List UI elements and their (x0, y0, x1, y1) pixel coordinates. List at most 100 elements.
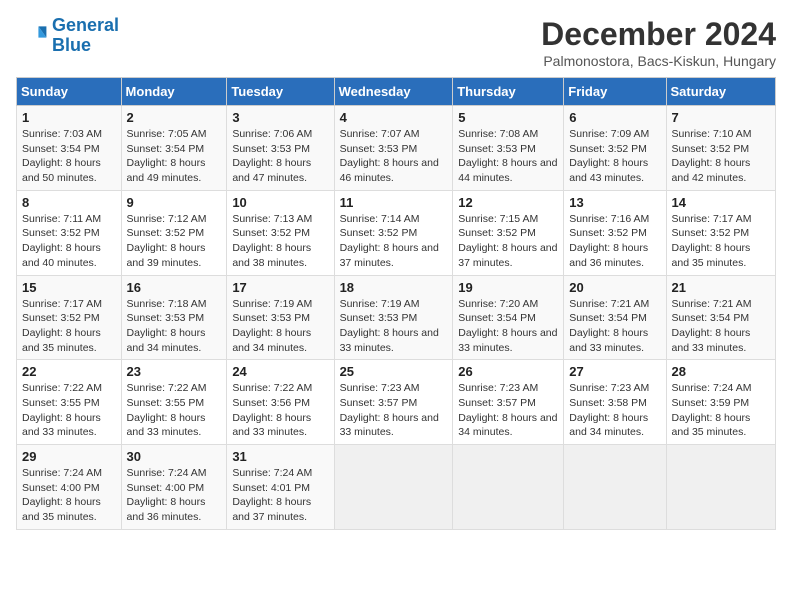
day-info: Sunrise: 7:23 AMSunset: 3:57 PMDaylight:… (340, 381, 448, 440)
day-number: 9 (127, 195, 222, 210)
day-info: Sunrise: 7:23 AMSunset: 3:58 PMDaylight:… (569, 381, 660, 440)
day-number: 1 (22, 110, 116, 125)
calendar-cell-empty-4-5 (564, 445, 666, 530)
day-info: Sunrise: 7:22 AMSunset: 3:55 PMDaylight:… (127, 381, 222, 440)
day-number: 22 (22, 364, 116, 379)
logo-line1: General (52, 15, 119, 35)
calendar-cell-25: 25 Sunrise: 7:23 AMSunset: 3:57 PMDayligh… (334, 360, 453, 445)
day-info: Sunrise: 7:24 AMSunset: 4:00 PMDaylight:… (127, 466, 222, 525)
logo-line2: Blue (52, 35, 91, 55)
calendar-cell-21: 21Sunrise: 7:21 AMSunset: 3:54 PMDayligh… (666, 275, 775, 360)
logo-icon (16, 20, 48, 52)
calendar-cell-16: 16 Sunrise: 7:18 AMSunset: 3:53 PMDayligh… (121, 275, 227, 360)
day-info: Sunrise: 7:19 AMSunset: 3:53 PMDaylight:… (340, 297, 448, 356)
day-info: Sunrise: 7:24 AMSunset: 4:00 PMDaylight:… (22, 466, 116, 525)
day-info: Sunrise: 7:05 AMSunset: 3:54 PMDaylight:… (127, 127, 222, 186)
calendar-subtitle: Palmonostora, Bacs-Kiskun, Hungary (541, 53, 776, 69)
day-info: Sunrise: 7:17 AMSunset: 3:52 PMDaylight:… (22, 297, 116, 356)
calendar-week-2: 15 Sunrise: 7:17 AMSunset: 3:52 PMDayligh… (17, 275, 776, 360)
calendar-cell-6: 6Sunrise: 7:09 AMSunset: 3:52 PMDaylight… (564, 106, 666, 191)
day-info: Sunrise: 7:22 AMSunset: 3:56 PMDaylight:… (232, 381, 328, 440)
day-number: 15 (22, 280, 116, 295)
calendar-cell-12: 12 Sunrise: 7:15 AMSunset: 3:52 PMDayligh… (453, 190, 564, 275)
calendar-cell-31: 31 Sunrise: 7:24 AMSunset: 4:01 PMDayligh… (227, 445, 334, 530)
calendar-cell-30: 30 Sunrise: 7:24 AMSunset: 4:00 PMDayligh… (121, 445, 227, 530)
calendar-cell-9: 9 Sunrise: 7:12 AMSunset: 3:52 PMDaylight… (121, 190, 227, 275)
calendar-table: SundayMondayTuesdayWednesdayThursdayFrid… (16, 77, 776, 530)
calendar-cell-20: 20 Sunrise: 7:21 AMSunset: 3:54 PMDayligh… (564, 275, 666, 360)
header-tuesday: Tuesday (227, 78, 334, 106)
calendar-cell-3: 3Sunrise: 7:06 AMSunset: 3:53 PMDaylight… (227, 106, 334, 191)
calendar-cell-17: 17 Sunrise: 7:19 AMSunset: 3:53 PMDayligh… (227, 275, 334, 360)
calendar-cell-18: 18 Sunrise: 7:19 AMSunset: 3:53 PMDayligh… (334, 275, 453, 360)
day-number: 26 (458, 364, 558, 379)
day-info: Sunrise: 7:16 AMSunset: 3:52 PMDaylight:… (569, 212, 660, 271)
day-info: Sunrise: 7:03 AMSunset: 3:54 PMDaylight:… (22, 127, 116, 186)
calendar-cell-4: 4Sunrise: 7:07 AMSunset: 3:53 PMDaylight… (334, 106, 453, 191)
calendar-header-row: SundayMondayTuesdayWednesdayThursdayFrid… (17, 78, 776, 106)
calendar-cell-empty-4-4 (453, 445, 564, 530)
day-number: 10 (232, 195, 328, 210)
calendar-week-4: 29 Sunrise: 7:24 AMSunset: 4:00 PMDayligh… (17, 445, 776, 530)
calendar-cell-29: 29 Sunrise: 7:24 AMSunset: 4:00 PMDayligh… (17, 445, 122, 530)
header-thursday: Thursday (453, 78, 564, 106)
day-number: 19 (458, 280, 558, 295)
day-info: Sunrise: 7:22 AMSunset: 3:55 PMDaylight:… (22, 381, 116, 440)
calendar-cell-7: 7Sunrise: 7:10 AMSunset: 3:52 PMDaylight… (666, 106, 775, 191)
day-number: 29 (22, 449, 116, 464)
header-wednesday: Wednesday (334, 78, 453, 106)
calendar-cell-11: 11 Sunrise: 7:14 AMSunset: 3:52 PMDayligh… (334, 190, 453, 275)
day-number: 17 (232, 280, 328, 295)
day-number: 18 (340, 280, 448, 295)
day-info: Sunrise: 7:19 AMSunset: 3:53 PMDaylight:… (232, 297, 328, 356)
day-info: Sunrise: 7:24 AMSunset: 3:59 PMDaylight:… (672, 381, 770, 440)
calendar-week-0: 1 Sunrise: 7:03 AMSunset: 3:54 PMDaylight… (17, 106, 776, 191)
calendar-week-3: 22 Sunrise: 7:22 AMSunset: 3:55 PMDayligh… (17, 360, 776, 445)
day-number: 12 (458, 195, 558, 210)
day-info: Sunrise: 7:20 AMSunset: 3:54 PMDaylight:… (458, 297, 558, 356)
calendar-cell-5: 5Sunrise: 7:08 AMSunset: 3:53 PMDaylight… (453, 106, 564, 191)
day-number: 30 (127, 449, 222, 464)
day-info: Sunrise: 7:18 AMSunset: 3:53 PMDaylight:… (127, 297, 222, 356)
day-info: Sunrise: 7:07 AMSunset: 3:53 PMDaylight:… (340, 127, 448, 186)
day-info: Sunrise: 7:13 AMSunset: 3:52 PMDaylight:… (232, 212, 328, 271)
header-saturday: Saturday (666, 78, 775, 106)
calendar-cell-empty-4-3 (334, 445, 453, 530)
calendar-cell-10: 10 Sunrise: 7:13 AMSunset: 3:52 PMDayligh… (227, 190, 334, 275)
day-number: 24 (232, 364, 328, 379)
day-number: 25 (340, 364, 448, 379)
day-info: Sunrise: 7:24 AMSunset: 4:01 PMDaylight:… (232, 466, 328, 525)
day-number: 16 (127, 280, 222, 295)
day-number: 27 (569, 364, 660, 379)
header-monday: Monday (121, 78, 227, 106)
title-block: December 2024 Palmonostora, Bacs-Kiskun,… (541, 16, 776, 69)
day-info: Sunrise: 7:23 AMSunset: 3:57 PMDaylight:… (458, 381, 558, 440)
day-number: 31 (232, 449, 328, 464)
calendar-body: 1 Sunrise: 7:03 AMSunset: 3:54 PMDaylight… (17, 106, 776, 530)
day-number: 13 (569, 195, 660, 210)
day-info: Sunrise: 7:14 AMSunset: 3:52 PMDaylight:… (340, 212, 448, 271)
day-number: 28 (672, 364, 770, 379)
day-info: Sunrise: 7:09 AMSunset: 3:52 PMDaylight:… (569, 127, 660, 186)
day-info: Sunrise: 7:21 AMSunset: 3:54 PMDaylight:… (569, 297, 660, 356)
calendar-cell-1: 1 Sunrise: 7:03 AMSunset: 3:54 PMDaylight… (17, 106, 122, 191)
day-number: 23 (127, 364, 222, 379)
day-number: 20 (569, 280, 660, 295)
day-info: Sunrise: 7:11 AMSunset: 3:52 PMDaylight:… (22, 212, 116, 271)
calendar-cell-13: 13 Sunrise: 7:16 AMSunset: 3:52 PMDayligh… (564, 190, 666, 275)
calendar-cell-28: 28 Sunrise: 7:24 AMSunset: 3:59 PMDayligh… (666, 360, 775, 445)
day-number: 2 (127, 110, 222, 125)
calendar-cell-19: 19 Sunrise: 7:20 AMSunset: 3:54 PMDayligh… (453, 275, 564, 360)
day-info: Sunrise: 7:12 AMSunset: 3:52 PMDaylight:… (127, 212, 222, 271)
calendar-cell-22: 22 Sunrise: 7:22 AMSunset: 3:55 PMDayligh… (17, 360, 122, 445)
calendar-cell-empty-4-6 (666, 445, 775, 530)
day-number: 11 (340, 195, 448, 210)
day-info: Sunrise: 7:06 AMSunset: 3:53 PMDaylight:… (232, 127, 328, 186)
calendar-cell-2: 2 Sunrise: 7:05 AMSunset: 3:54 PMDaylight… (121, 106, 227, 191)
day-info: Sunrise: 7:10 AMSunset: 3:52 PMDaylight:… (672, 127, 770, 186)
day-info: Sunrise: 7:15 AMSunset: 3:52 PMDaylight:… (458, 212, 558, 271)
day-number: 8 (22, 195, 116, 210)
day-number: 14 (672, 195, 770, 210)
calendar-cell-27: 27 Sunrise: 7:23 AMSunset: 3:58 PMDayligh… (564, 360, 666, 445)
day-info: Sunrise: 7:17 AMSunset: 3:52 PMDaylight:… (672, 212, 770, 271)
